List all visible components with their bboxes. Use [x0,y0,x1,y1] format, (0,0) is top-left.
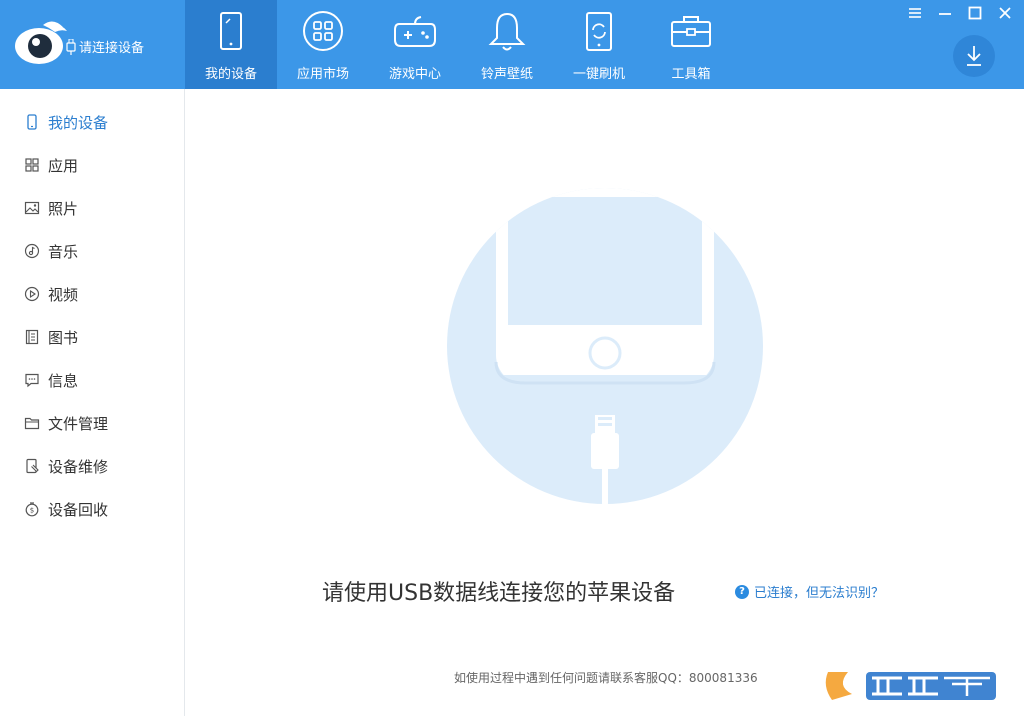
svg-text:$: $ [30,507,34,515]
support-note: 如使用过程中遇到任何问题请联系客服QQ：800081336 [454,671,758,685]
menu-icon[interactable] [906,4,924,22]
sidebar-item-label: 照片 [48,199,79,218]
message-icon [25,373,39,388]
sidebar-item-label: 信息 [48,371,79,390]
sidebar-item-device-repair[interactable]: 设备维修 [0,448,184,484]
close-icon[interactable] [996,4,1014,22]
sidebar-item-messages[interactable]: 信息 [0,362,184,398]
sidebar-item-label: 设备回收 [48,500,109,519]
top-bar: 请连接设备 我的设备 应用市场 游戏中心 铃声壁纸 一键刷机 工具箱 [0,0,1024,89]
nav-ringtone-wallpaper[interactable]: 铃声壁纸 [461,0,553,89]
phone-icon [27,114,37,130]
sidebar-item-label: 我的设备 [48,113,109,132]
connection-status[interactable]: 请连接设备 [66,37,144,56]
minimize-icon[interactable] [936,4,954,22]
sidebar-item-video[interactable]: 视频 [0,276,184,312]
sidebar-item-photos[interactable]: 照片 [0,190,184,226]
app-window: 请连接设备 我的设备 应用市场 游戏中心 铃声壁纸 一键刷机 工具箱 我的设备 … [0,0,1024,716]
nav-label: 应用市场 [296,67,349,82]
nav-toolbox[interactable]: 工具箱 [645,0,737,89]
photo-icon [24,201,40,215]
video-icon [24,286,40,302]
nav-label: 铃声壁纸 [480,67,533,82]
nav-label: 我的设备 [204,67,257,82]
folder-icon [24,417,40,430]
tablet-icon [220,12,242,50]
music-icon [24,243,40,259]
sidebar-item-books[interactable]: 图书 [0,319,184,355]
repair-icon [26,458,39,474]
logo-area: 请连接设备 [0,0,185,89]
sidebar-item-my-device[interactable]: 我的设备 [0,104,184,140]
sidebar-item-label: 文件管理 [48,414,109,433]
sidebar-item-device-recycle[interactable]: $ 设备回收 [0,491,184,527]
app-logo-icon [15,21,67,64]
watermark-logo [825,672,996,700]
connect-device-illustration [447,188,763,504]
sidebar-item-label: 应用 [48,156,79,175]
help-icon: ? [735,584,749,599]
maximize-icon[interactable] [966,4,984,22]
window-controls [906,4,1014,22]
bell-icon [488,12,526,51]
apps-grid-icon [303,11,343,51]
sidebar-item-label: 图书 [48,328,79,347]
connected-not-recognized-link[interactable]: ? 已连接，但无法识别？ [735,582,884,601]
sidebar: 我的设备 应用 照片 音乐 视频 图书 信息 文件管理 设备维修 $ 设备回收 [0,89,185,716]
sidebar-item-label: 视频 [48,285,79,304]
phone-refresh-icon [586,12,612,51]
sidebar-item-label: 音乐 [48,242,79,261]
toolbox-icon [671,16,711,47]
recycle-icon: $ [25,502,39,517]
nav-label: 游戏中心 [388,67,441,82]
main-nav: 我的设备 应用市场 游戏中心 铃声壁纸 一键刷机 工具箱 [185,0,737,89]
download-manager-button[interactable] [953,35,995,77]
nav-one-click-flash[interactable]: 一键刷机 [553,0,645,89]
nav-my-device[interactable]: 我的设备 [185,0,277,89]
sidebar-item-apps[interactable]: 应用 [0,147,184,183]
main-content: 请使用USB数据线连接您的苹果设备 ? 已连接，但无法识别？ 如使用过程中遇到任… [186,89,1024,716]
connection-status-label: 请连接设备 [79,41,145,56]
download-icon [967,46,981,66]
nav-app-market[interactable]: 应用市场 [277,0,369,89]
nav-game-center[interactable]: 游戏中心 [369,0,461,89]
sidebar-item-label: 设备维修 [48,457,109,476]
book-icon [25,329,39,345]
usb-plug-icon [66,38,76,55]
apps-icon [25,158,39,172]
sidebar-item-music[interactable]: 音乐 [0,233,184,269]
nav-label: 工具箱 [671,67,711,82]
help-link-label: 已连接，但无法识别？ [754,586,885,601]
gamepad-icon [394,16,436,47]
connect-instruction: 请使用USB数据线连接您的苹果设备 [322,581,676,606]
nav-label: 一键刷机 [572,67,625,82]
sidebar-item-file-manager[interactable]: 文件管理 [0,405,184,441]
